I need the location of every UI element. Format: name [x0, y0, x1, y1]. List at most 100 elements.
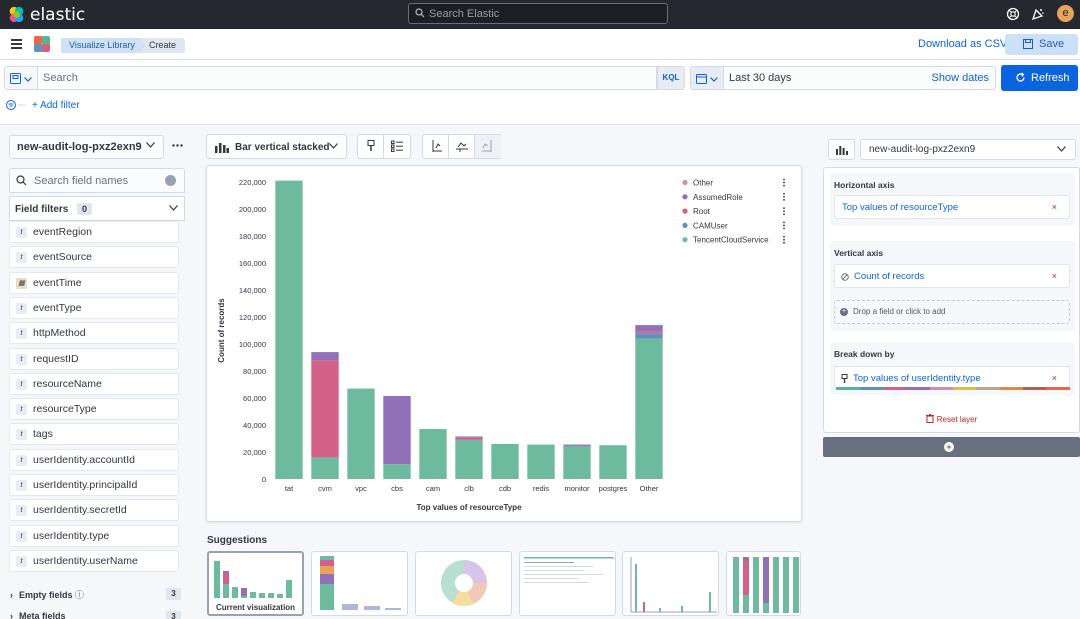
suggestion-percent-bar-thumbnail	[733, 557, 799, 613]
save-button[interactable]: Save	[1005, 34, 1078, 55]
field-list-item[interactable]: t userIdentity.accountId	[9, 448, 179, 471]
refresh-button[interactable]: Refresh	[1001, 65, 1078, 91]
quick-select-button[interactable]	[690, 66, 724, 90]
x-tick-label: clb	[464, 484, 474, 493]
bar-segment	[275, 180, 303, 479]
help-icon[interactable]	[1006, 7, 1020, 21]
suggestion-5[interactable]	[622, 551, 719, 616]
bar-segment	[599, 445, 627, 479]
legend-options-button[interactable]	[384, 135, 410, 158]
y-tick-label: 220,000	[239, 178, 266, 187]
saved-query-button[interactable]	[4, 66, 37, 90]
index-pattern-select[interactable]: new-audit-log-pxz2exn9	[9, 135, 164, 159]
global-search-input[interactable]: Search Elastic	[408, 3, 668, 24]
field-list-item[interactable]: t userIdentity.secretId	[9, 499, 179, 522]
y-tick-label: 0	[262, 475, 266, 484]
filter-menu-icon[interactable]	[6, 99, 28, 111]
horizontal-axis-value: Top values of resourceType	[842, 202, 959, 213]
x-tick-label: cbs	[391, 484, 403, 493]
field-list-item[interactable]: t resourceName	[9, 372, 179, 395]
bar-segment	[347, 388, 375, 479]
y-tick-label: 80,000	[243, 367, 266, 376]
layer-type-button[interactable]	[828, 139, 855, 160]
field-list-item[interactable]: t resourceType	[9, 398, 179, 421]
date-picker[interactable]: Last 30 days Show dates	[724, 66, 996, 90]
add-filter-button[interactable]: + Add filter	[32, 100, 80, 111]
legend-more-icon	[783, 224, 785, 227]
metric-icon	[841, 273, 849, 281]
visualize-app-icon[interactable]	[34, 36, 50, 52]
remove-icon[interactable]: ×	[1052, 271, 1057, 281]
x-tick-label: cdb	[499, 484, 511, 493]
field-list-item[interactable]: ▦ eventTime	[9, 271, 179, 294]
more-icon[interactable]	[172, 144, 183, 147]
legend-more-icon	[783, 213, 785, 215]
vertical-axis-dimension[interactable]: Count of records ×	[834, 264, 1070, 288]
add-layer-button[interactable]: +	[823, 437, 1080, 457]
field-list-item[interactable]: t userIdentity.userName	[9, 549, 179, 572]
vertical-axis-value: Count of records	[854, 271, 925, 282]
field-list-item[interactable]: t userIdentity.principalId	[9, 474, 179, 496]
y-tick-label: 180,000	[239, 232, 266, 241]
query-language-button[interactable]: KQL	[657, 66, 685, 90]
field-list-item[interactable]: t tags	[9, 423, 179, 446]
meta-fields-accordion[interactable]: › Meta fields	[10, 611, 66, 619]
breadcrumb-visualize-library[interactable]: Visualize Library	[61, 38, 147, 53]
field-name: userIdentity.userName	[33, 554, 138, 567]
field-list-item[interactable]: t eventSource	[9, 246, 179, 269]
menu-icon[interactable]	[11, 39, 22, 51]
bar-segment	[455, 437, 483, 440]
horizontal-axis-dimension[interactable]: Top values of resourceType ×	[834, 195, 1070, 219]
legend-more-icon	[783, 227, 785, 230]
x-tick-label: vpc	[355, 484, 367, 493]
bar-segment	[635, 331, 663, 334]
elastic-logo-icon[interactable]	[8, 6, 25, 23]
suggestion-6[interactable]	[726, 551, 801, 616]
field-list-item[interactable]: t userIdentity.type	[9, 524, 179, 547]
empty-fields-accordion[interactable]: › Empty fields ⓘ	[10, 588, 84, 601]
y-tick-label: 160,000	[239, 259, 266, 268]
user-avatar[interactable]: e	[1057, 5, 1074, 22]
query-input[interactable]: Search	[37, 66, 657, 90]
right-axis-button[interactable]	[475, 135, 502, 158]
save-button-label: Save	[1039, 38, 1065, 50]
reset-layer-label: Reset layer	[936, 415, 978, 424]
y-axis-title: Count of records	[217, 298, 226, 363]
bar-segment	[455, 436, 483, 438]
axis-options-group	[422, 134, 502, 159]
breakdown-dimension[interactable]: Top values of userIdentity.type ×	[834, 366, 1070, 390]
bottom-axis-button[interactable]	[449, 135, 475, 158]
field-list-item[interactable]: t eventType	[9, 296, 179, 319]
legend-item: TencentCloudService	[693, 236, 769, 245]
suggestion-4[interactable]	[519, 551, 616, 616]
remove-icon[interactable]: ×	[1052, 202, 1057, 212]
remove-icon[interactable]: ×	[1052, 373, 1057, 383]
layer-index-pattern-select[interactable]: new-audit-log-pxz2exn9	[860, 139, 1076, 160]
suggestion-3[interactable]	[415, 551, 512, 616]
plus-icon: +	[840, 308, 848, 316]
field-list-item[interactable]: t eventRegion	[9, 221, 179, 243]
clear-icon[interactable]	[165, 175, 176, 186]
field-filters-toggle[interactable]: Field filters 0	[9, 196, 185, 221]
download-csv-link[interactable]: Download as CSV	[918, 38, 1007, 50]
string-field-type-icon: t	[16, 302, 27, 314]
reset-layer-button[interactable]: Reset layer	[824, 414, 1079, 424]
refresh-label: Refresh	[1031, 72, 1070, 84]
y-tick-label: 100,000	[239, 340, 266, 349]
horizontal-axis-label: Horizontal axis	[834, 180, 895, 190]
y-tick-label: 200,000	[239, 205, 266, 214]
chart-type-select[interactable]: Bar vertical stacked	[206, 134, 347, 159]
newsfeed-icon[interactable]	[1031, 7, 1045, 21]
show-dates-link[interactable]: Show dates	[932, 72, 989, 84]
suggestion-current[interactable]: Current visualization	[207, 551, 304, 616]
field-list-item[interactable]: t requestID	[9, 347, 179, 370]
field-list-item[interactable]: t httpMethod	[9, 322, 179, 345]
query-placeholder: Search	[43, 72, 78, 84]
left-axis-button[interactable]	[423, 135, 449, 158]
suggestion-2[interactable]	[311, 551, 408, 616]
field-search-input[interactable]: Search field names	[9, 168, 185, 193]
suggestion-stacked-thumbnail	[320, 556, 401, 610]
visual-options-button[interactable]	[358, 135, 384, 158]
string-field-type-icon: t	[16, 378, 27, 390]
add-metric-dropzone[interactable]: + Drop a field or click to add	[834, 300, 1070, 324]
